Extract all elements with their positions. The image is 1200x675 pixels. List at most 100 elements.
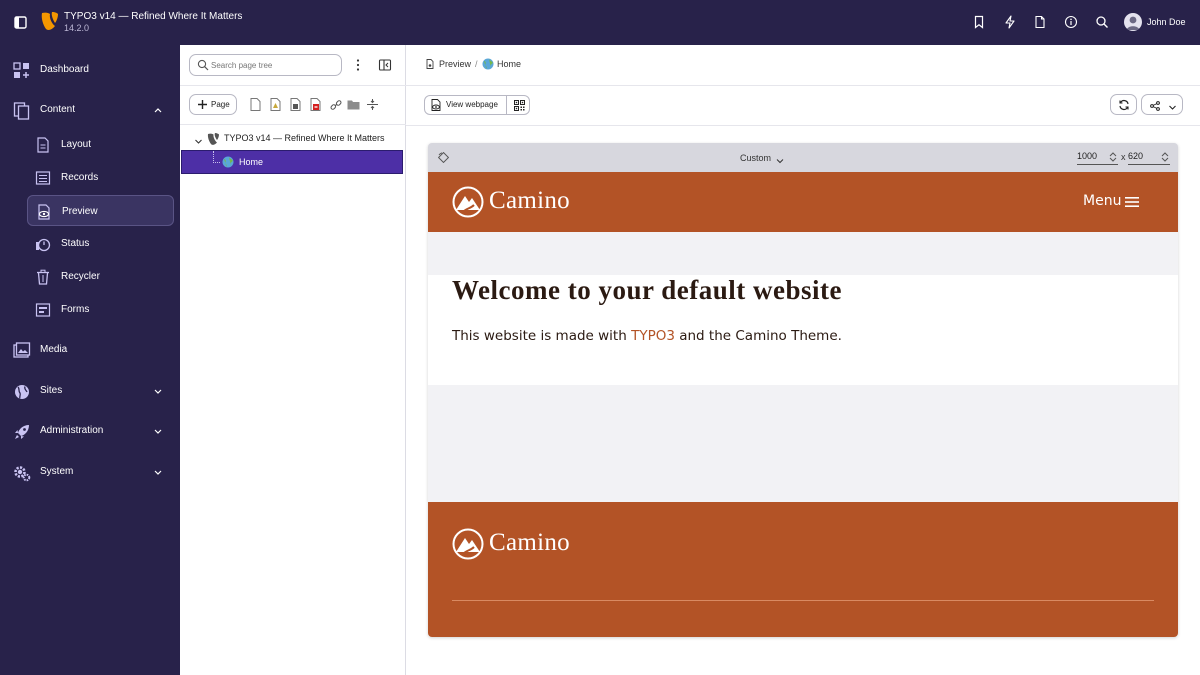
sidebar-item-label: Sites: [40, 385, 63, 396]
camino-logo[interactable]: [452, 528, 484, 560]
sidebar-item-preview[interactable]: Preview: [27, 195, 174, 226]
view-page-icon: [431, 99, 442, 111]
share-icon: [1150, 100, 1160, 111]
breadcrumb-item[interactable]: Home: [497, 59, 521, 69]
gears-icon: [13, 464, 31, 482]
chevron-down-icon[interactable]: [194, 135, 203, 144]
spacer-icon[interactable]: [366, 98, 379, 111]
user-avatar[interactable]: [1124, 13, 1142, 31]
globe-icon: [482, 58, 494, 70]
tree-node-label: Home: [239, 157, 264, 167]
new-page-label: Page: [211, 100, 230, 109]
sidebar-toggle-icon[interactable]: [12, 14, 30, 32]
app-title: TYPO3 v14 — Refined Where It Matters: [64, 11, 243, 22]
page-icon[interactable]: [249, 98, 262, 111]
status-icon: [34, 235, 52, 253]
records-icon: [34, 169, 52, 187]
sidebar-item-label: Status: [61, 238, 90, 249]
chevron-down-icon: [152, 385, 164, 397]
tree-node-home[interactable]: Home: [181, 150, 403, 174]
sidebar-item-content[interactable]: Content: [0, 94, 180, 126]
sidebar-item-dashboard[interactable]: Dashboard: [0, 54, 180, 86]
sidebar-item-label: System: [40, 466, 74, 477]
page-tree-search[interactable]: [189, 54, 342, 76]
shortcut-page-icon[interactable]: [289, 98, 302, 111]
globe-icon: [222, 156, 234, 168]
chevron-down-icon[interactable]: [776, 154, 784, 164]
site-content: Welcome to your default website This web…: [428, 275, 1178, 385]
rotate-icon[interactable]: [437, 151, 450, 164]
info-icon[interactable]: [1063, 14, 1079, 30]
sidebar-item-media[interactable]: Media: [0, 334, 180, 366]
preview-icon: [35, 203, 53, 221]
device-preset-select[interactable]: Custom: [740, 153, 771, 163]
view-button-group: View webpage: [424, 95, 530, 115]
sidebar-item-layout[interactable]: Layout: [27, 129, 174, 160]
view-webpage-label: View webpage: [446, 100, 498, 109]
site-brand[interactable]: Camino: [489, 187, 570, 215]
backend-section-icon[interactable]: [269, 98, 282, 111]
spinner-icon[interactable]: [1108, 151, 1118, 163]
page-tree-panel: Page TYPO3 v14 — Refined Where It Matter…: [180, 45, 406, 675]
document-icon[interactable]: [1032, 14, 1048, 30]
sidebar-item-status[interactable]: Status: [27, 228, 174, 259]
access-restricted-page-icon[interactable]: [309, 98, 322, 111]
hamburger-icon[interactable]: [1125, 196, 1139, 208]
search-input[interactable]: [211, 58, 336, 72]
more-options-icon[interactable]: [353, 58, 363, 72]
collapse-panel-icon[interactable]: [378, 58, 392, 72]
typo3-logo: [207, 132, 220, 146]
site-footer: Camino: [428, 502, 1178, 637]
rocket-icon: [13, 423, 31, 441]
preview-toolbar: Custom 1000 x 620: [428, 143, 1178, 172]
chevron-down-icon: [1168, 101, 1177, 110]
width-value: 1000: [1077, 151, 1098, 161]
chevron-up-icon: [152, 104, 164, 116]
footer-brand[interactable]: Camino: [489, 529, 570, 557]
tree-node-root[interactable]: TYPO3 v14 — Refined Where It Matters: [194, 131, 399, 147]
divider: [406, 125, 1200, 126]
menu-label[interactable]: Menu: [1083, 193, 1121, 209]
lightning-icon[interactable]: [1002, 14, 1018, 30]
camino-logo[interactable]: [452, 186, 484, 218]
new-page-button[interactable]: Page: [189, 94, 237, 115]
sidebar-item-label: Forms: [61, 304, 90, 315]
sidebar-item-label: Records: [61, 172, 99, 183]
divider: [406, 85, 1200, 86]
tree-connector: [213, 151, 220, 163]
layout-icon: [34, 136, 52, 154]
typo3-link[interactable]: TYPO3: [631, 328, 675, 344]
footer-divider: [452, 600, 1154, 601]
sidebar-item-system[interactable]: System: [0, 456, 180, 488]
module-sidebar: Dashboard Content Layout Records Preview…: [0, 45, 180, 675]
refresh-icon: [1118, 99, 1129, 110]
width-input[interactable]: 1000: [1077, 150, 1118, 165]
link-icon[interactable]: [329, 98, 342, 111]
bookmark-icon[interactable]: [971, 14, 987, 30]
refresh-button[interactable]: [1110, 94, 1137, 115]
sidebar-item-recycler[interactable]: Recycler: [27, 261, 174, 292]
breadcrumb-item[interactable]: Preview: [439, 59, 471, 69]
view-webpage-button[interactable]: View webpage: [425, 96, 507, 114]
sidebar-item-forms[interactable]: Forms: [27, 294, 174, 325]
forms-icon: [34, 301, 52, 319]
share-button[interactable]: [1141, 94, 1183, 115]
sidebar-item-label: Layout: [61, 139, 92, 150]
media-icon: [13, 342, 31, 360]
folder-icon[interactable]: [347, 98, 360, 111]
qr-code-button[interactable]: [508, 96, 529, 114]
search-icon[interactable]: [1094, 14, 1110, 30]
sidebar-item-sites[interactable]: Sites: [0, 375, 180, 407]
preview-module-icon: [425, 59, 435, 69]
sidebar-item-label: Media: [40, 344, 68, 355]
height-value: 620: [1128, 151, 1144, 161]
sidebar-item-administration[interactable]: Administration: [0, 415, 180, 447]
typo3-logo[interactable]: [40, 10, 60, 32]
spinner-icon[interactable]: [1160, 151, 1170, 163]
user-name[interactable]: John Doe: [1147, 17, 1186, 27]
plus-icon: [197, 99, 208, 110]
height-input[interactable]: 620: [1128, 150, 1170, 165]
sidebar-item-label: Dashboard: [40, 64, 89, 75]
sidebar-item-records[interactable]: Records: [27, 162, 174, 193]
app-version: 14.2.0: [64, 23, 90, 33]
